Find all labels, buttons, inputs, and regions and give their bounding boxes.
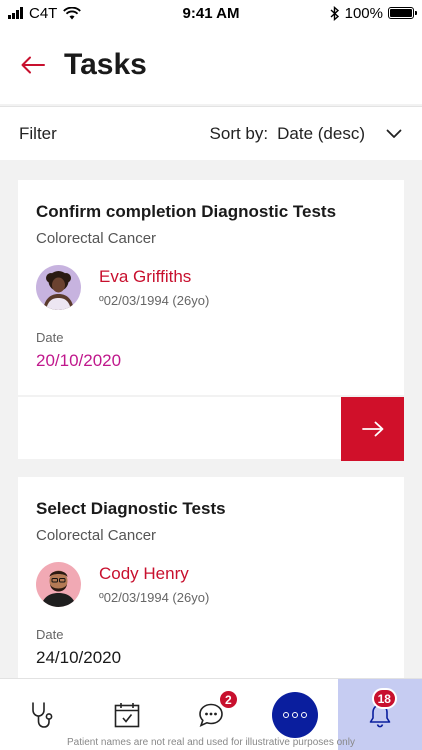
- battery-percent: 100%: [344, 4, 383, 22]
- battery-icon: [388, 7, 417, 19]
- bluetooth-icon: [330, 5, 339, 21]
- date-label: Date: [36, 330, 64, 345]
- patient-dob: º02/03/1994 (26yo): [99, 293, 210, 308]
- filter-button[interactable]: Filter: [19, 124, 57, 144]
- bottom-nav: 2 18 Patient names are not real and used…: [0, 678, 422, 750]
- task-card[interactable]: Confirm completion Diagnostic Tests Colo…: [18, 180, 404, 461]
- task-subtitle: Colorectal Cancer: [36, 230, 157, 247]
- carrier-label: C4T: [29, 4, 58, 22]
- sort-dropdown[interactable]: Sort by: Date (desc): [210, 124, 402, 144]
- patient-info: Cody Henry º02/03/1994 (26yo): [99, 564, 209, 605]
- sort-label: Sort by:: [209, 123, 269, 143]
- page-title: Tasks: [64, 48, 147, 81]
- avatar: [36, 562, 81, 607]
- sort-value: Date (desc): [277, 123, 365, 143]
- chevron-down-icon: [386, 129, 402, 138]
- task-action-row: [18, 395, 404, 461]
- status-left: C4T: [8, 4, 82, 22]
- task-card[interactable]: Select Diagnostic Tests Colorectal Cance…: [18, 477, 404, 688]
- page-header: Tasks: [0, 26, 422, 104]
- task-card-body: Select Diagnostic Tests Colorectal Cance…: [18, 477, 404, 688]
- patient-row: Cody Henry º02/03/1994 (26yo): [36, 562, 386, 607]
- calendar-check-icon: [114, 703, 139, 728]
- date-value: 24/10/2020: [36, 648, 122, 667]
- wifi-icon: [63, 6, 82, 19]
- avatar: [36, 265, 81, 310]
- signal-icon: [8, 7, 23, 19]
- stethoscope-icon: [32, 702, 53, 728]
- patient-dob: º02/03/1994 (26yo): [99, 590, 210, 605]
- more-icon: [272, 692, 319, 738]
- task-subtitle: Colorectal Cancer: [36, 527, 157, 544]
- messages-badge: 2: [217, 689, 239, 710]
- status-bar: C4T 9:41 AM 100%: [0, 0, 422, 26]
- patient-name[interactable]: Cody Henry: [99, 564, 209, 584]
- patient-name[interactable]: Eva Griffiths: [99, 267, 209, 287]
- disclaimer: Patient names are not real and used for …: [67, 737, 355, 748]
- task-title: Select Diagnostic Tests: [36, 499, 226, 518]
- date-value: 20/10/2020: [36, 351, 122, 370]
- task-title: Confirm completion Diagnostic Tests: [36, 202, 337, 221]
- status-right: 100%: [330, 4, 417, 22]
- back-button[interactable]: [20, 52, 46, 78]
- patient-info: Eva Griffiths º02/03/1994 (26yo): [99, 267, 209, 308]
- open-task-button[interactable]: [341, 397, 404, 461]
- notifications-badge: 18: [371, 688, 397, 709]
- date-label: Date: [36, 627, 64, 642]
- arrow-left-icon: [21, 56, 45, 74]
- task-card-body: Confirm completion Diagnostic Tests Colo…: [18, 180, 404, 391]
- task-list: Confirm completion Diagnostic Tests Colo…: [18, 180, 404, 688]
- filter-bar: Filter Sort by: Date (desc): [0, 106, 422, 160]
- patient-row: Eva Griffiths º02/03/1994 (26yo): [36, 265, 386, 310]
- arrow-right-icon: [361, 421, 383, 437]
